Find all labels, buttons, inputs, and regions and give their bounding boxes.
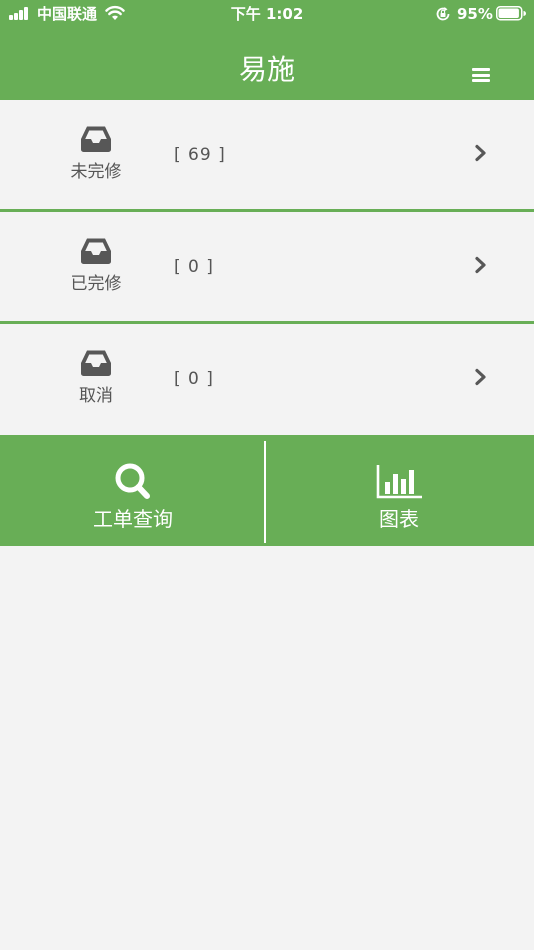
- action-label: 工单查询: [93, 507, 173, 531]
- row-count: [ 69 ]: [174, 145, 226, 165]
- row-label: 取消: [79, 386, 113, 406]
- row-label: 未完修: [70, 162, 122, 182]
- navigation-header: 易施: [0, 30, 534, 100]
- chart-button[interactable]: 图表: [266, 435, 532, 546]
- hamburger-menu-icon[interactable]: [468, 63, 494, 85]
- inbox-icon: [81, 238, 111, 264]
- top-bar: 中国联通 下午 1:02 95% 易施: [0, 0, 534, 100]
- chevron-right-icon: [475, 144, 486, 162]
- chevron-right-icon: [475, 256, 486, 274]
- action-bar: 工单查询 图表: [0, 435, 534, 546]
- status-bar: 中国联通 下午 1:02 95%: [0, 0, 534, 30]
- chevron-right-icon: [475, 368, 486, 386]
- search-icon: [115, 463, 150, 499]
- list-item-unfinished[interactable]: 未完修 [ 69 ]: [0, 100, 534, 210]
- row-count: [ 0 ]: [174, 257, 214, 277]
- list-item-finished[interactable]: 已完修 [ 0 ]: [0, 212, 534, 322]
- orientation-lock-icon: [436, 7, 450, 21]
- battery-percentage: 95%: [457, 5, 493, 23]
- work-order-query-button[interactable]: 工单查询: [0, 435, 266, 546]
- row-count: [ 0 ]: [174, 369, 214, 389]
- page-title: 易施: [238, 53, 295, 86]
- inbox-icon: [81, 350, 111, 376]
- status-time: 下午 1:02: [230, 5, 304, 23]
- battery-icon: [496, 6, 526, 21]
- inbox-icon: [81, 126, 111, 152]
- list-item-cancelled[interactable]: 取消 [ 0 ]: [0, 324, 534, 434]
- action-label: 图表: [379, 507, 419, 531]
- row-label: 已完修: [70, 274, 122, 294]
- bar-chart-icon: [376, 465, 422, 499]
